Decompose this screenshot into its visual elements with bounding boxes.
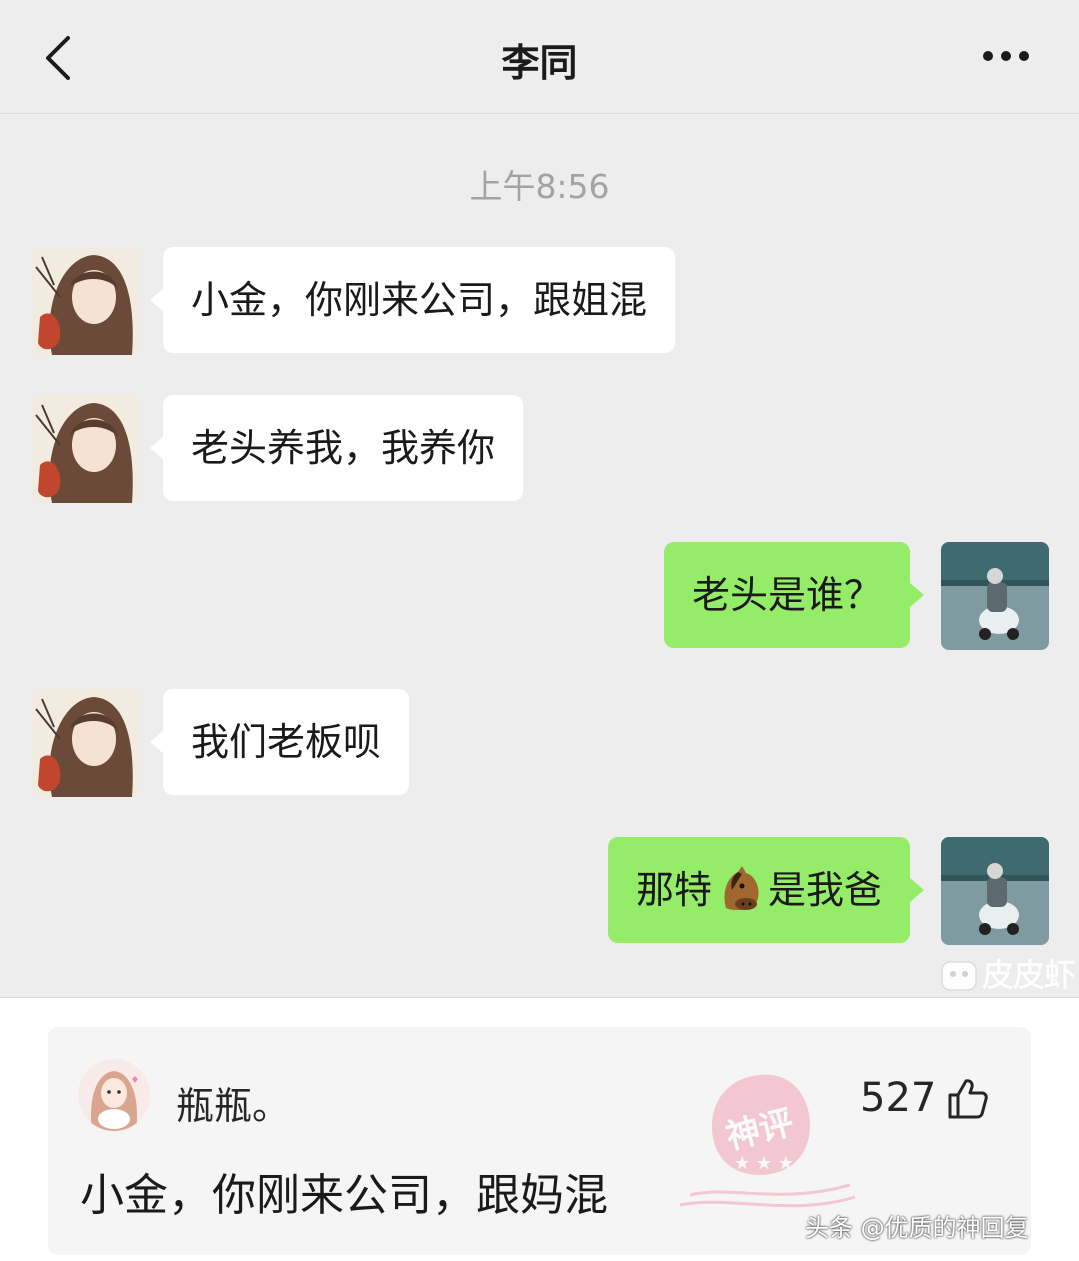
scooter-rider-avatar-icon [941, 542, 1049, 650]
svg-text:★ ★ ★: ★ ★ ★ [734, 1153, 794, 1174]
commenter-username[interactable]: 瓶瓶。 [176, 1075, 290, 1130]
user-avatar[interactable] [941, 542, 1049, 650]
bubble-tail [150, 288, 164, 312]
illustrated-girl-avatar-icon [32, 247, 140, 355]
illustrated-girl-avatar-icon [32, 395, 140, 503]
message-text-part: 是我爸 [767, 868, 882, 912]
bubble-tail [150, 436, 164, 460]
incoming-message-bubble[interactable]: 小金，你刚来公司，跟姐混 [163, 247, 676, 353]
message-text-part: 那特 [635, 868, 712, 912]
ellipsis-icon[interactable] [976, 42, 1036, 70]
chat-title: 李同 [501, 41, 578, 85]
toutiao-source-watermark: 头条 @优质的神回复 [805, 1214, 1029, 1242]
contact-avatar[interactable] [32, 689, 140, 797]
comment-text: 小金，你刚来公司，跟妈混 [80, 1170, 608, 1221]
contact-avatar[interactable] [32, 395, 140, 503]
cartoon-girl-avatar-icon [78, 1059, 150, 1131]
user-avatar[interactable] [941, 837, 1049, 945]
scooter-rider-avatar-icon [941, 837, 1049, 945]
outgoing-message-bubble[interactable]: 那特 是我爸 [607, 837, 910, 943]
outgoing-message-bubble[interactable]: 老头是谁？ [663, 542, 910, 648]
commenter-avatar[interactable] [78, 1059, 150, 1131]
like-count: 527 [860, 1075, 937, 1121]
incoming-message-bubble[interactable]: 我们老板呗 [163, 689, 410, 795]
contact-avatar[interactable] [32, 247, 140, 355]
nav-bar: 李同 [0, 0, 1079, 114]
thumbs-up-icon[interactable] [946, 1077, 988, 1119]
incoming-message-bubble[interactable]: 老头养我，我养你 [163, 395, 524, 501]
horse-face-icon [724, 866, 759, 910]
pipixia-logo-icon [941, 961, 977, 991]
bubble-tail [910, 583, 924, 607]
message-timestamp: 上午8:56 [469, 167, 610, 206]
bubble-tail [150, 730, 164, 754]
chat-area: 李同 上午8:56 小金，你刚来公司，跟姐混 老头养我，我养你 老头是谁？ 我们… [0, 0, 1079, 998]
bubble-tail [910, 878, 924, 902]
illustrated-girl-avatar-icon [32, 689, 140, 797]
pipixia-watermark: 皮皮虾 [940, 950, 1076, 996]
pipixia-watermark-text: 皮皮虾 [982, 956, 1076, 994]
